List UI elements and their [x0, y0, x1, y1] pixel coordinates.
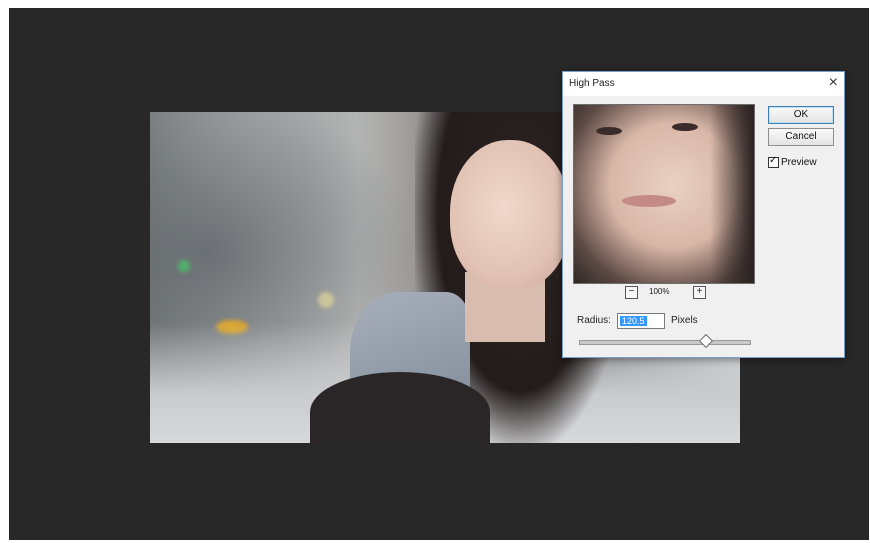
radius-slider-thumb[interactable] — [698, 333, 713, 349]
radius-input[interactable]: 120.5 — [617, 313, 665, 329]
dialog-titlebar[interactable]: High Pass × — [563, 72, 844, 96]
checkmark-icon: ✓ — [769, 155, 778, 166]
preview-checkbox-box[interactable]: ✓ — [768, 155, 779, 168]
filter-preview[interactable] — [573, 104, 755, 284]
zoom-controls: − 100% + — [625, 286, 706, 300]
bokeh-light — [318, 292, 334, 308]
ok-button[interactable]: OK — [768, 106, 834, 124]
cancel-button[interactable]: Cancel — [768, 128, 834, 146]
bokeh-light — [178, 260, 190, 272]
preview-checkbox-label: Preview — [781, 157, 817, 169]
radius-label: Radius: — [577, 315, 611, 326]
high-pass-dialog: High Pass × − 100% + OK Cancel ✓ Preview … — [562, 71, 845, 358]
preview-eye-right — [672, 123, 698, 131]
dialog-title: High Pass — [569, 78, 615, 89]
preview-checkbox[interactable]: ✓ Preview — [768, 155, 817, 169]
coat — [310, 372, 490, 443]
radius-unit: Pixels — [671, 315, 698, 326]
zoom-in-icon[interactable]: + — [693, 286, 706, 299]
preview-eye-left — [596, 127, 622, 135]
radius-slider-track[interactable] — [579, 340, 751, 345]
zoom-out-icon[interactable]: − — [625, 286, 638, 299]
face — [450, 140, 570, 290]
radius-value: 120.5 — [620, 316, 647, 326]
preview-lips — [622, 195, 676, 207]
close-icon[interactable]: × — [829, 74, 838, 92]
zoom-level: 100% — [649, 287, 670, 296]
preview-hair — [710, 105, 754, 283]
